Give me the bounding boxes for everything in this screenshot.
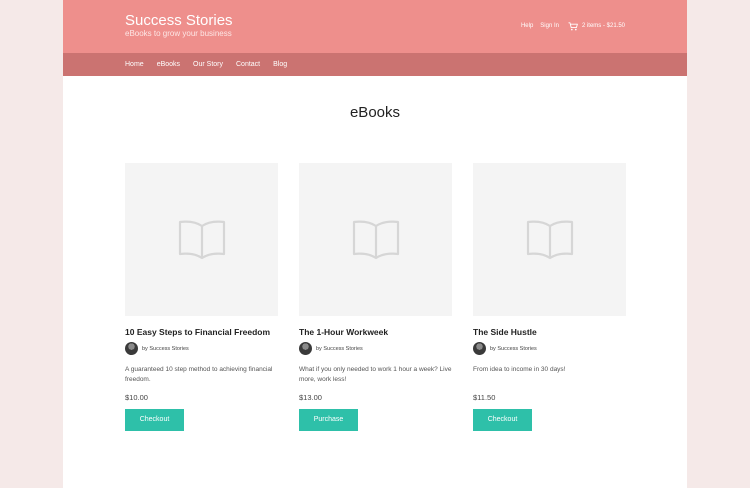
product-image[interactable] [125,163,278,316]
help-link[interactable]: Help [521,21,533,31]
header-links: Help Sign In 2 items - $21.50 [521,21,625,31]
product-card: The Side Hustle by Success Stories From … [473,163,626,431]
product-price: $13.00 [299,393,322,402]
nav-item-our-story[interactable]: Our Story [193,61,223,68]
product-author: by Success Stories [316,345,363,352]
product-image[interactable] [473,163,626,316]
main-nav: Home eBooks Our Story Contact Blog [63,53,687,76]
site-title[interactable]: Success Stories [125,12,233,30]
nav-item-ebooks[interactable]: eBooks [157,61,180,68]
product-description: What if you only needed to work 1 hour a… [299,366,452,383]
product-image[interactable] [299,163,452,316]
product-author: by Success Stories [142,345,189,352]
product-title[interactable]: 10 Easy Steps to Financial Freedom [125,326,278,338]
product-title[interactable]: The Side Hustle [473,326,626,338]
cart-link[interactable]: 2 items - $21.50 [568,21,625,31]
product-price: $10.00 [125,393,148,402]
book-icon [352,220,399,259]
nav-item-contact[interactable]: Contact [236,61,260,68]
avatar [299,342,312,355]
site-tagline: eBooks to grow your business [125,29,232,38]
product-card: 10 Easy Steps to Financial Freedom by Su… [125,163,278,431]
cart-summary: 2 items - $21.50 [581,23,625,29]
purchase-button[interactable]: Purchase [299,409,358,431]
nav-item-blog[interactable]: Blog [273,61,287,68]
sign-in-link[interactable]: Sign In [540,21,559,31]
avatar [473,342,486,355]
page-title: eBooks [349,104,401,121]
product-title[interactable]: The 1-Hour Workweek [299,326,452,338]
nav-item-home[interactable]: Home [125,61,144,68]
product-card: The 1-Hour Workweek by Success Stories W… [299,163,452,431]
book-icon [178,220,225,259]
book-icon [526,220,573,259]
avatar [125,342,138,355]
product-description: A guaranteed 10 step method to achieving… [125,366,273,383]
cart-icon [568,21,578,31]
checkout-button[interactable]: Checkout [473,409,532,431]
site-header: Success Stories eBooks to grow your busi… [63,0,687,53]
page-container: Success Stories eBooks to grow your busi… [63,0,687,488]
product-author: by Success Stories [490,345,537,352]
product-grid: 10 Easy Steps to Financial Freedom by Su… [125,163,626,431]
product-price: $11.50 [473,393,496,402]
checkout-button[interactable]: Checkout [125,409,184,431]
product-description: From idea to income in 30 days! [473,366,566,373]
